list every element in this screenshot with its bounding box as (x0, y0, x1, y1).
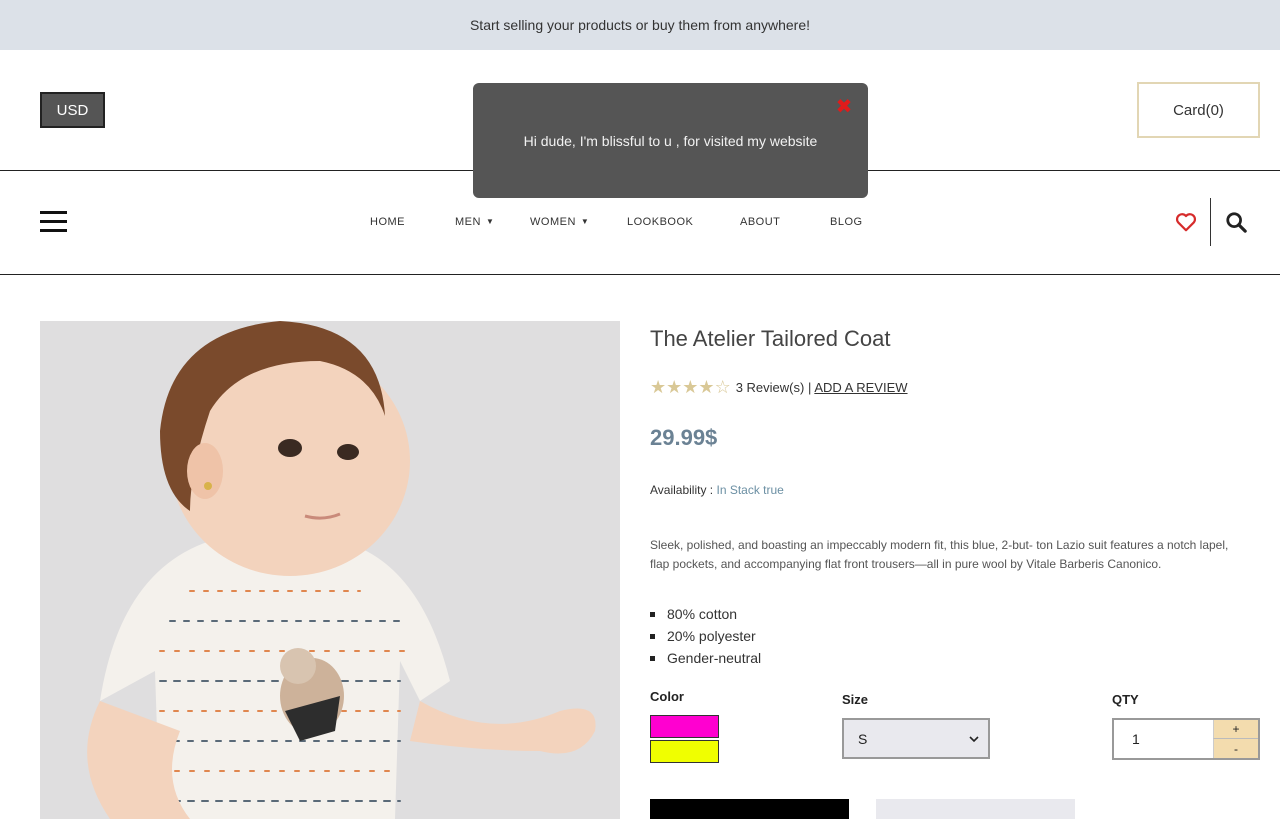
currency-button[interactable]: USD (40, 92, 105, 128)
search-icon[interactable] (1225, 211, 1247, 233)
nav-item-label: MEN (455, 216, 481, 228)
list-item: 20% polyester (650, 625, 761, 647)
size-select[interactable]: S (842, 718, 990, 759)
star-filled-icon: ★ (650, 377, 667, 397)
nav-item-home[interactable]: HOME (370, 216, 405, 228)
close-icon[interactable]: ✖ (834, 97, 854, 117)
feature-text: 80% cotton (667, 606, 738, 622)
nav-item-label: LOOKBOOK (627, 216, 694, 228)
heart-icon[interactable] (1175, 211, 1197, 233)
qty-decrement-button[interactable]: - (1213, 739, 1258, 758)
cart-button[interactable]: Card(0) (1137, 82, 1260, 138)
star-filled-icon: ★ (666, 377, 683, 397)
qty-label: QTY (1112, 692, 1139, 707)
star-filled-icon: ★ (698, 377, 715, 397)
add-review-link[interactable]: ADD A REVIEW (814, 380, 907, 395)
size-value: S (858, 730, 868, 747)
color-label: Color (650, 689, 684, 704)
nav-item-lookbook[interactable]: LOOKBOOK (627, 216, 693, 228)
chevron-down-icon (969, 735, 979, 742)
quantity-stepper: 1 + - (1112, 718, 1260, 760)
nav-links: HOME MEN ▼ WOMEN ▼ LOOKBOOK ABOUT BLOG (0, 216, 1280, 232)
availability-value: In Stack true (716, 483, 784, 497)
star-filled-icon: ★ (682, 377, 699, 397)
product-price: 29.99$ (650, 425, 718, 450)
nav-item-about[interactable]: ABOUT (740, 216, 780, 228)
caret-down-icon: ▼ (485, 217, 495, 226)
reviews-count: 3 Review(s) | (735, 379, 812, 395)
feature-list: 80% cotton 20% polyester Gender-neutral (650, 603, 761, 669)
nav-divider (1210, 198, 1211, 246)
qty-increment-button[interactable]: + (1213, 720, 1258, 739)
availability-label: Availability : (650, 483, 714, 497)
nav-item-label: WOMEN (530, 216, 576, 228)
secondary-action-button[interactable] (876, 799, 1075, 819)
availability: Availability : In Stack true (650, 483, 784, 497)
add-to-cart-button[interactable] (650, 799, 849, 819)
nav-item-label: ABOUT (740, 216, 781, 228)
popup-message: Hi dude, I'm blissful to u , for visited… (523, 132, 818, 149)
product-rating: ★ ★ ★ ★ ☆ 3 Review(s) | ADD A REVIEW (650, 377, 908, 397)
star-empty-icon: ☆ (714, 377, 731, 397)
product-title: The Atelier Tailored Coat (650, 326, 891, 351)
announcement-bar: Start selling your products or buy them … (0, 0, 1280, 50)
announcement-text: Start selling your products or buy them … (469, 17, 811, 33)
color-swatch-magenta[interactable] (650, 715, 719, 738)
list-item: Gender-neutral (650, 647, 761, 669)
nav-item-label: BLOG (830, 216, 863, 228)
nav-item-label: HOME (370, 216, 405, 228)
product-image (40, 321, 620, 819)
caret-down-icon: ▼ (580, 217, 590, 226)
nav-item-women[interactable]: WOMEN ▼ (530, 216, 589, 228)
list-item: 80% cotton (650, 603, 761, 625)
size-label: Size (842, 692, 869, 707)
nav-item-blog[interactable]: BLOG (830, 216, 863, 228)
nav-item-men[interactable]: MEN ▼ (455, 216, 494, 228)
welcome-popup: ✖ Hi dude, I'm blissful to u , for visit… (473, 83, 868, 198)
feature-text: Gender-neutral (667, 650, 762, 666)
qty-input[interactable]: 1 (1132, 731, 1140, 747)
feature-text: 20% polyester (667, 628, 756, 644)
product-description: Sleek, polished, and boasting an impecca… (650, 538, 1229, 571)
color-swatch-yellow[interactable] (650, 740, 719, 763)
